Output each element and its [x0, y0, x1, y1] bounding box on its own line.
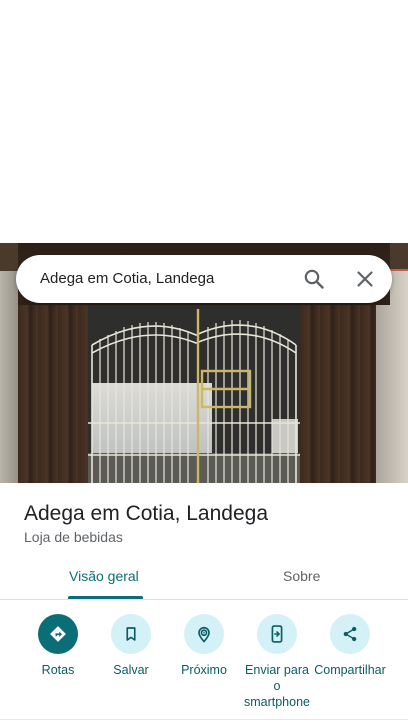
tab-about[interactable]: Sobre	[283, 568, 320, 584]
search-input[interactable]: Adega em Cotia, Landega	[40, 270, 214, 287]
save-button[interactable]: Salvar	[91, 614, 171, 678]
nearby-button[interactable]: Próximo	[164, 614, 244, 678]
nearby-icon	[184, 614, 224, 654]
tabs-divider	[0, 599, 408, 600]
share-label: Compartilhar	[314, 663, 386, 677]
place-title: Adega em Cotia, Landega	[24, 502, 269, 525]
tab-overview[interactable]: Visão geral	[69, 568, 139, 584]
bookmark-icon	[111, 614, 151, 654]
share-icon	[330, 614, 370, 654]
place-category[interactable]: Loja de bebidas	[24, 529, 123, 545]
send-to-phone-button[interactable]: Enviar para o smartphone	[237, 614, 317, 710]
close-icon[interactable]	[353, 267, 377, 291]
save-label: Salvar	[113, 663, 149, 677]
bottom-divider	[0, 719, 408, 720]
send-to-phone-icon	[257, 614, 297, 654]
directions-icon	[38, 614, 78, 654]
search-icon[interactable]	[302, 267, 326, 291]
map-blank-area	[0, 0, 408, 243]
send-to-phone-label: Enviar para o smartphone	[243, 663, 310, 709]
nearby-label: Próximo	[181, 663, 227, 677]
directions-button[interactable]: Rotas	[18, 614, 98, 678]
search-bar[interactable]: Adega em Cotia, Landega	[16, 255, 392, 303]
photo-gate	[88, 309, 300, 483]
share-button[interactable]: Compartilhar	[310, 614, 390, 678]
directions-label: Rotas	[41, 663, 75, 677]
